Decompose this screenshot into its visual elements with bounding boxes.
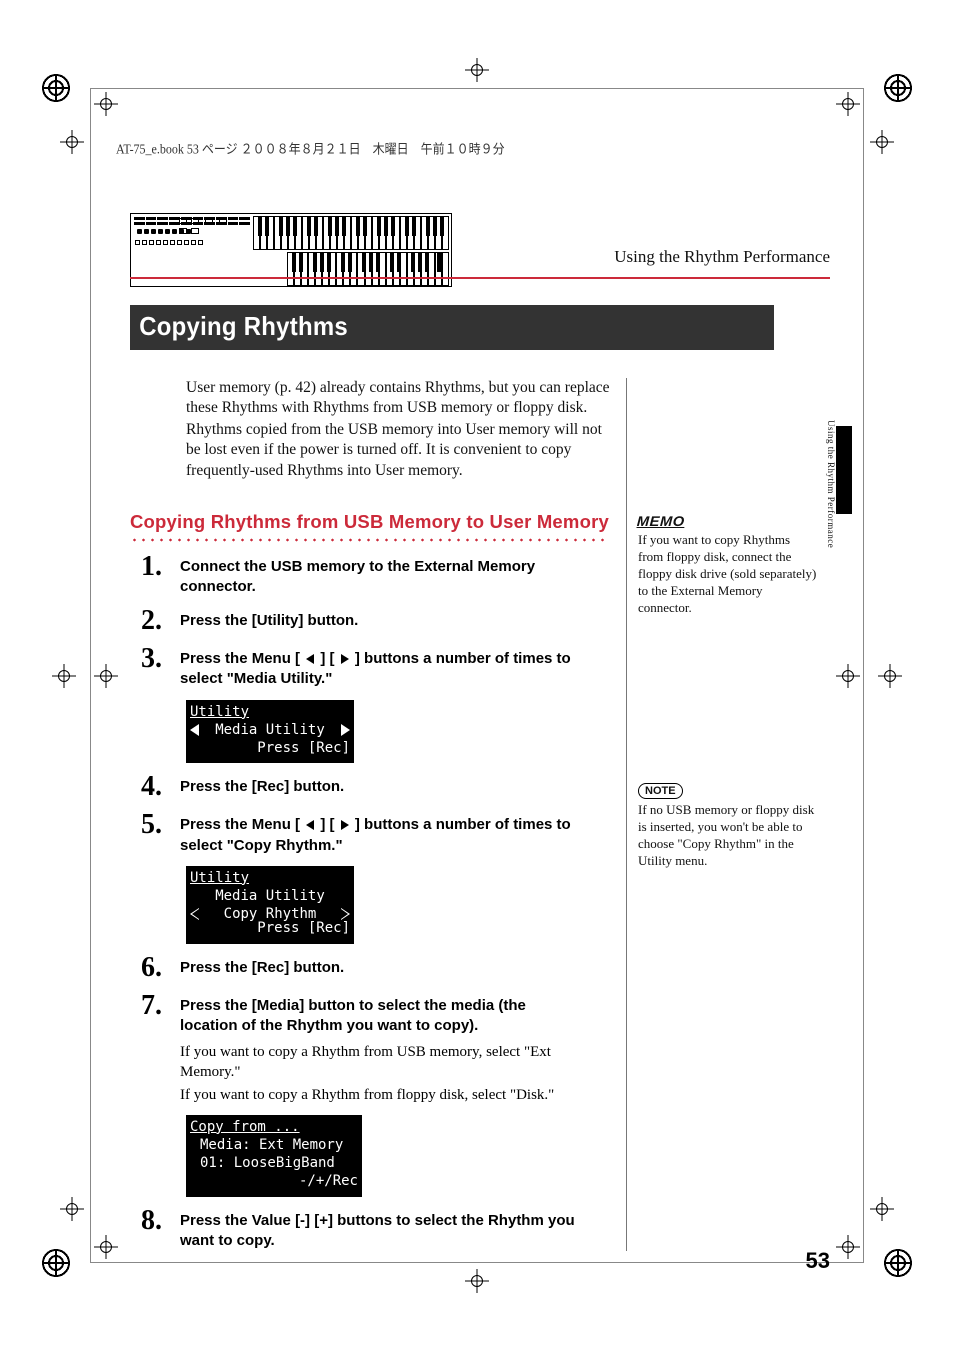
book-meta-line: AT-75_e.book 53 ページ ２００８年８月２１日 木曜日 午前１０時… [116,139,830,158]
crosshair-icon [870,130,894,154]
page-number: 53 [806,1248,830,1274]
note-box: NOTE If no USB memory or floppy disk is … [638,782,818,870]
lcd-header: Utility [190,703,350,721]
step-number: 1 [130,553,162,581]
note-label: NOTE [638,783,683,799]
memo-text: If you want to copy Rhythms from floppy … [638,532,818,616]
header-rule [130,277,830,279]
step-number: 2 [130,607,162,635]
crosshair-icon [60,130,84,154]
right-arrow-icon [341,724,350,736]
right-arrow-icon [341,908,350,920]
step-number: 5 [130,811,162,839]
step-text: Press the [Media] button to select the m… [180,992,580,1105]
step-subtext: If you want to copy a Rhythm from USB me… [180,1042,580,1083]
crosshair-icon [60,1197,84,1221]
lcd-line: Media Utility [190,887,350,905]
lcd-screenshot: Utility Media Utility Press [Rec] [186,700,354,764]
left-arrow-icon [306,654,314,664]
step-text: Press the Value [-] [+] buttons to selec… [180,1207,580,1252]
registration-mark-icon [880,1245,916,1281]
crosshair-icon [465,1269,489,1293]
lcd-header: Utility [190,869,350,887]
lcd-screenshot: Utility Media Utility Copy Rhythm Press … [186,866,354,944]
lcd-footer: -/+/Rec [190,1172,358,1190]
crosshair-icon [465,58,489,82]
step-text: Press the [Rec] button. [180,954,580,978]
crosshair-icon [878,664,902,688]
lcd-line: 01: LooseBigBand [190,1154,358,1172]
memo-box: MEMO If you want to copy Rhythms from fl… [638,512,818,617]
step-text: Connect the USB memory to the External M… [180,553,580,598]
registration-mark-icon [880,70,916,106]
left-arrow-icon [190,908,199,920]
step-text: Press the Menu [ ] [ ] buttons a number … [180,645,580,690]
step-number: 8 [130,1207,162,1235]
intro-paragraph: Rhythms copied from the USB memory into … [186,420,614,480]
right-arrow-icon [341,654,349,664]
right-arrow-icon [341,820,349,830]
running-head: Using the Rhythm Performance [614,247,830,267]
upper-keyboard-icon [253,216,449,250]
section-title: Copying Rhythms [130,305,774,350]
step-number: 7 [130,992,162,1020]
keyboard-illustration [130,213,452,287]
step-subtext: If you want to copy a Rhythm from floppy… [180,1085,580,1105]
lower-keyboard-icon [287,252,449,286]
step-text: Press the [Rec] button. [180,773,580,797]
registration-mark-icon [38,70,74,106]
step-number: 4 [130,773,162,801]
crosshair-icon [870,1197,894,1221]
side-section-label: Using the Rhythm Performance [826,420,836,548]
memo-label: MEMO [636,512,685,530]
note-text: If no USB memory or floppy disk is inser… [638,802,818,870]
dotted-rule [130,537,610,543]
step-number: 3 [130,645,162,673]
left-arrow-icon [306,820,314,830]
column-divider [626,378,627,1251]
step-text: Press the Menu [ ] [ ] buttons a number … [180,811,580,856]
intro-paragraph: User memory (p. 42) already contains Rhy… [186,378,614,418]
lcd-line: Media Utility [199,721,341,739]
thumb-tab-icon [836,426,852,514]
left-arrow-icon [190,724,199,736]
lcd-line: Media: Ext Memory [190,1136,358,1154]
lcd-footer: Press [Rec] [190,739,350,757]
registration-mark-icon [38,1245,74,1281]
crosshair-icon [52,664,76,688]
lcd-header: Copy from ... [190,1118,358,1136]
lcd-screenshot: Copy from ... Media: Ext Memory 01: Loos… [186,1115,362,1197]
step-text: Press the [Utility] button. [180,607,580,631]
step-number: 6 [130,954,162,982]
